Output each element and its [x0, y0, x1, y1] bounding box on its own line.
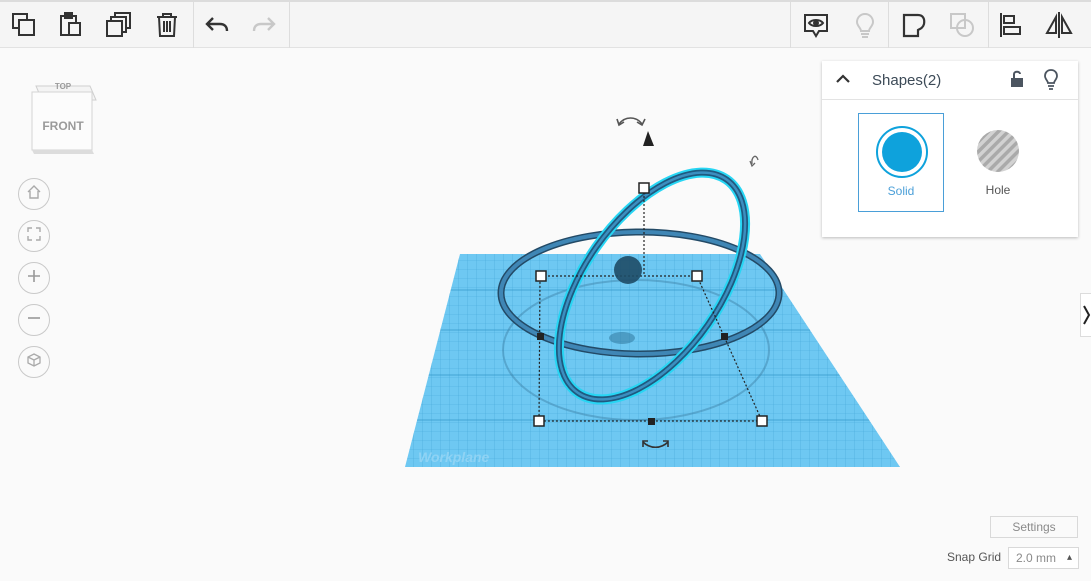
edge-handle[interactable] — [721, 333, 728, 340]
settings-button[interactable]: Settings — [990, 516, 1078, 538]
zoom-out-button[interactable] — [18, 304, 50, 336]
hole-label: Hole — [985, 183, 1011, 197]
snap-grid-value: 2.0 mm — [1016, 551, 1057, 565]
mirror-icon[interactable] — [1040, 6, 1078, 44]
ungroup-icon[interactable] — [943, 6, 981, 44]
panel-title: Shapes(2) — [872, 72, 942, 89]
view-cube-front-label[interactable]: FRONT — [28, 119, 98, 133]
shapes-inspector-panel: Shapes(2) Solid Hole — [822, 61, 1078, 237]
zoom-in-icon — [26, 268, 42, 289]
expand-panel-handle[interactable] — [1080, 293, 1091, 337]
panel-header: Shapes(2) — [822, 61, 1078, 100]
delete-icon[interactable] — [148, 6, 186, 44]
hole-option[interactable]: Hole — [955, 113, 1041, 212]
lock-icon[interactable] — [1008, 69, 1026, 94]
resize-handle[interactable] — [691, 270, 703, 282]
perspective-icon — [26, 352, 42, 373]
resize-handle[interactable] — [535, 270, 547, 282]
rotate-handle[interactable] — [616, 117, 646, 127]
center-marker — [614, 256, 642, 284]
perspective-button[interactable] — [18, 346, 50, 378]
show-all-icon[interactable] — [797, 6, 835, 44]
ring-shadow — [609, 332, 635, 344]
workplane-label: Workplane — [418, 449, 490, 465]
resize-handle[interactable] — [533, 415, 545, 427]
view-cube[interactable]: TOP FRONT — [28, 74, 98, 156]
zoom-in-button[interactable] — [18, 262, 50, 294]
snap-grid-select[interactable]: 2.0 mm ▴ — [1008, 547, 1079, 569]
view-cube-top-label[interactable]: TOP — [28, 82, 98, 91]
light-bulb-icon[interactable] — [846, 6, 884, 44]
copy-icon[interactable] — [5, 6, 43, 44]
workplane[interactable]: Workplane — [400, 250, 910, 470]
rotate-handle[interactable] — [749, 155, 759, 168]
zoom-out-icon — [26, 310, 42, 331]
fit-view-icon — [26, 226, 42, 247]
redo-icon[interactable] — [245, 6, 283, 44]
undo-icon[interactable] — [198, 6, 236, 44]
move-up-arrow[interactable] — [643, 131, 654, 146]
fit-view-button[interactable] — [18, 220, 50, 252]
snap-grid-label: Snap Grid — [947, 550, 1002, 564]
solid-label: Solid — [887, 184, 915, 198]
group-icon[interactable] — [895, 6, 933, 44]
edge-handle[interactable] — [648, 418, 655, 425]
dropdown-arrow-icon: ▴ — [1066, 552, 1072, 563]
resize-handle[interactable] — [638, 182, 650, 194]
duplicate-icon[interactable] — [100, 6, 138, 44]
paste-icon[interactable] — [52, 6, 90, 44]
resize-handle[interactable] — [756, 415, 768, 427]
solid-option[interactable]: Solid — [858, 113, 944, 212]
home-view-button[interactable] — [18, 178, 50, 210]
collapse-chevron-icon[interactable] — [834, 70, 852, 93]
edge-handle[interactable] — [537, 333, 544, 340]
align-icon[interactable] — [992, 6, 1030, 44]
main-toolbar — [0, 0, 1091, 48]
light-bulb-icon[interactable] — [1042, 68, 1060, 95]
home-icon — [26, 184, 42, 205]
